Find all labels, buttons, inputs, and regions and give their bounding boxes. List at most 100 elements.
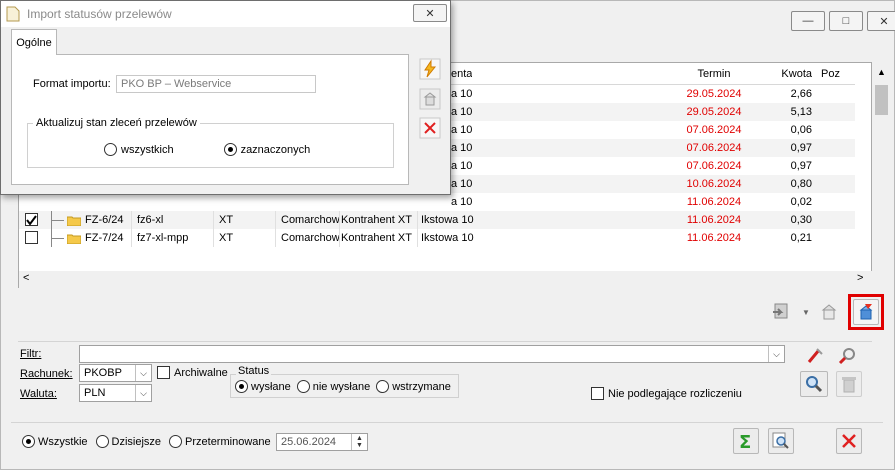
waluta-label: Waluta:: [20, 388, 57, 400]
tab-ogolne[interactable]: Ogólne: [11, 29, 57, 55]
cell-termin: 10.06.2024: [686, 178, 742, 190]
column-header-poz[interactable]: Poz: [821, 63, 853, 85]
nie-podlegajace-box[interactable]: [591, 387, 604, 400]
column-divider: [131, 229, 132, 247]
trash-icon: [842, 377, 856, 393]
nie-podlegajace-label: Nie podlegające rozliczeniu: [608, 387, 742, 400]
radio-button[interactable]: [104, 143, 117, 156]
bank-export-button[interactable]: [816, 300, 842, 324]
lightning-icon: [419, 58, 441, 80]
run-import-button[interactable]: [419, 58, 441, 80]
archiwalne-box[interactable]: [157, 366, 170, 379]
status-option[interactable]: wysłane: [235, 380, 291, 393]
bank-button[interactable]: [419, 88, 441, 110]
column-divider: [131, 211, 132, 229]
preview-icon: [772, 432, 789, 449]
vertical-scrollbar[interactable]: ▲: [873, 63, 890, 271]
search-button[interactable]: [800, 371, 828, 397]
tree-branch: [52, 220, 64, 221]
row-checkbox[interactable]: [25, 213, 38, 226]
date-range-options: Wszystkie Dzisiejsze Przeterminowane: [22, 435, 271, 448]
row-checkbox[interactable]: [25, 231, 38, 244]
cell-bank: Comarchow: [281, 232, 340, 244]
preview-button[interactable]: [768, 428, 794, 454]
scroll-thumb[interactable]: [875, 85, 888, 115]
dialog-cancel-button[interactable]: [419, 117, 441, 139]
maximize-button[interactable]: □: [829, 11, 863, 31]
archiwalne-checkbox[interactable]: Archiwalne: [157, 366, 228, 379]
date-range-label: Przeterminowane: [185, 435, 271, 448]
separator: [18, 341, 872, 342]
date-range-option[interactable]: Wszystkie: [22, 435, 88, 448]
document-icon: [6, 6, 20, 22]
date-range-option[interactable]: Dzisiejsze: [95, 435, 161, 448]
update-option-label: wszystkich: [121, 143, 174, 156]
table-row[interactable]: FZ-6/24 fz6-xl XT Comarchow Kontrahent XT Iks…: [19, 211, 855, 229]
waluta-combo[interactable]: PLN ⌵: [79, 384, 152, 402]
column-header-kwota[interactable]: Kwota: [757, 63, 812, 85]
column-header-kontrahenta[interactable]: enta: [451, 63, 472, 85]
radio-button[interactable]: [95, 435, 109, 448]
chevron-down-icon[interactable]: ⌵: [768, 346, 784, 362]
format-value: PKO BP – Webservice: [121, 78, 232, 90]
column-divider: [417, 211, 418, 229]
radio-button[interactable]: [376, 380, 390, 393]
sum-button[interactable]: Σ: [733, 428, 759, 454]
column-divider: [417, 229, 418, 247]
status-option-label: nie wysłane: [312, 380, 371, 393]
delete-button[interactable]: [836, 371, 862, 397]
chevron-down-icon[interactable]: ⌵: [135, 385, 151, 401]
clear-filter-button[interactable]: [802, 344, 828, 368]
status-option[interactable]: nie wysłane: [296, 380, 371, 393]
radio-button[interactable]: [223, 143, 237, 156]
dialog-close-button[interactable]: ✕: [413, 4, 447, 22]
chevron-down-icon[interactable]: ⌵: [135, 365, 151, 381]
filter-wizard-button[interactable]: [834, 344, 860, 368]
cell-termin: 07.06.2024: [686, 160, 742, 172]
cell-address: a 10: [451, 106, 473, 118]
format-label: Format importu:: [33, 78, 111, 90]
import-status-button[interactable]: [852, 299, 879, 325]
close-button[interactable]: [836, 428, 862, 454]
table-row[interactable]: a 10 11.06.2024 0,02: [19, 193, 855, 211]
import-status-icon: [859, 304, 873, 320]
date-field[interactable]: 25.06.2024 ▲ ▼: [276, 433, 368, 451]
rachunek-combo[interactable]: PKOBP ⌵: [79, 364, 152, 382]
nie-podlegajace-checkbox[interactable]: Nie podlegające rozliczeniu: [591, 387, 742, 400]
date-range-option[interactable]: Przeterminowane: [169, 435, 271, 448]
update-option[interactable]: zaznaczonych: [223, 143, 310, 156]
update-options: wszystkich zaznaczonych: [104, 143, 310, 156]
horizontal-scrollbar[interactable]: < >: [19, 271, 873, 288]
format-field[interactable]: PKO BP – Webservice: [116, 75, 316, 93]
close-window-button[interactable]: ✕: [867, 11, 895, 31]
status-option[interactable]: wstrzymane: [376, 380, 451, 393]
column-divider: [339, 211, 340, 229]
cell-doc: FZ-7/24: [85, 232, 124, 244]
minimize-button[interactable]: —: [791, 11, 825, 31]
dropdown-arrow-icon[interactable]: ▼: [802, 308, 810, 317]
tab-ogolne-label: Ogólne: [16, 36, 52, 49]
date-spinner[interactable]: ▲ ▼: [351, 434, 367, 450]
column-header-termin[interactable]: Termin: [684, 63, 744, 85]
radio-button[interactable]: [22, 435, 35, 448]
cell-termin: 11.06.2024: [686, 214, 742, 226]
table-row[interactable]: FZ-7/24 fz7-xl-mpp XT Comarchow Kontrahent X…: [19, 229, 855, 247]
radio-button[interactable]: [169, 435, 183, 448]
cell-typ: XT: [219, 232, 234, 244]
column-divider: [213, 211, 214, 229]
grid-toolbar: ▼: [770, 294, 884, 330]
export-menu-button[interactable]: [770, 300, 796, 324]
radio-button[interactable]: [296, 380, 310, 393]
cell-doc: FZ-6/24: [85, 214, 124, 226]
cell-kwota: 0,02: [790, 196, 812, 208]
radio-button[interactable]: [235, 380, 248, 393]
scroll-right-arrow[interactable]: >: [857, 272, 863, 284]
update-option[interactable]: wszystkich: [104, 143, 174, 156]
filtr-combo[interactable]: ⌵: [79, 345, 785, 363]
cell-desc: fz6-xl: [137, 214, 164, 226]
scroll-left-arrow[interactable]: <: [23, 272, 29, 284]
svg-text:Σ: Σ: [739, 432, 751, 450]
cell-kontrahent: Kontrahent XT: [341, 214, 412, 226]
check-icon: [26, 215, 37, 226]
import-status-button-highlight: [847, 294, 884, 330]
